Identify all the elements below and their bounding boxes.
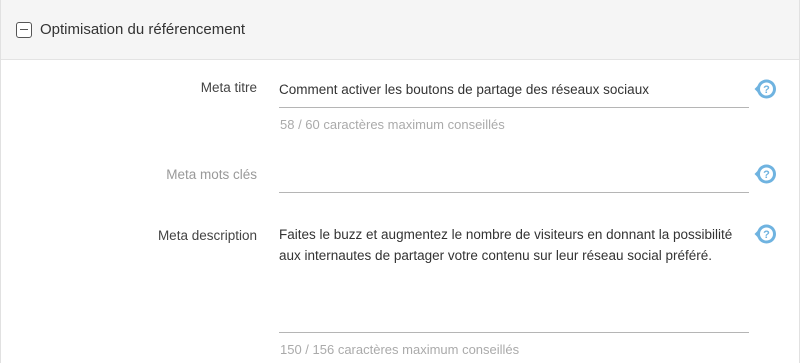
minus-square-icon[interactable] <box>16 21 32 38</box>
seo-panel: Optimisation du référencement Meta titre… <box>0 0 800 363</box>
help-icon[interactable]: ? <box>753 162 777 186</box>
meta-title-label: Meta titre <box>200 80 257 95</box>
svg-text:?: ? <box>763 169 770 181</box>
meta-description-underline <box>279 332 749 333</box>
svg-text:?: ? <box>763 229 770 241</box>
seo-section-header[interactable]: Optimisation du référencement <box>1 0 799 60</box>
meta-title-underline <box>279 107 749 108</box>
meta-description-label: Meta description <box>157 228 257 243</box>
meta-title-input[interactable]: Comment activer les boutons de partage d… <box>279 79 749 100</box>
svg-text:?: ? <box>763 84 770 96</box>
meta-keywords-underline <box>279 192 749 193</box>
section-title: Optimisation du référencement <box>40 21 246 38</box>
meta-keywords-label: Meta mots clés <box>166 167 257 182</box>
help-icon[interactable]: ? <box>753 77 777 101</box>
meta-title-char-count: 58 / 60 caractères maximum conseillés <box>280 117 505 132</box>
meta-description-char-count: 150 / 156 caractères maximum conseillés <box>280 342 520 357</box>
help-icon[interactable]: ? <box>753 222 777 246</box>
meta-keywords-input[interactable] <box>279 166 749 187</box>
meta-description-textarea[interactable]: Faites le buzz et augmentez le nombre de… <box>279 224 749 324</box>
